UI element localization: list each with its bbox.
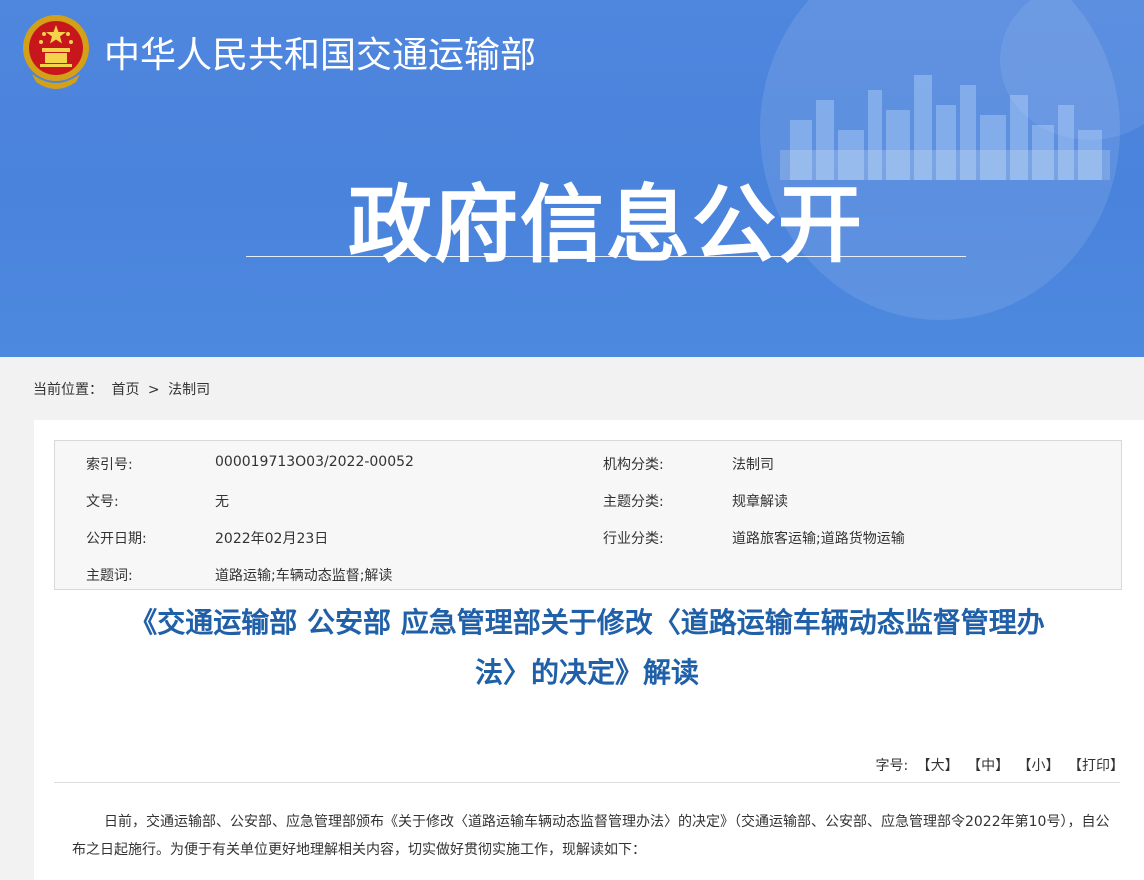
meta-label: 公开日期:	[86, 531, 147, 547]
meta-row: 索引号: 000019713O03/2022-00052 机构分类: 法制司	[55, 443, 1121, 480]
header-banner: 中华人民共和国交通运输部 政府信息公开	[0, 0, 1144, 357]
meta-value: 道路运输;车辆动态监督;解读	[215, 568, 393, 584]
font-large-button[interactable]: 【大】	[917, 758, 959, 774]
meta-value: 道路旅客运输;道路货物运输	[732, 531, 905, 547]
ministry-name[interactable]: 中华人民共和国交通运输部	[104, 26, 536, 78]
breadcrumb-label: 当前位置：	[33, 382, 103, 398]
meta-label: 主题分类:	[603, 494, 664, 510]
print-button[interactable]: 【打印】	[1068, 758, 1124, 774]
national-emblem-icon[interactable]	[20, 12, 92, 90]
breadcrumb-home-link[interactable]: 首页	[111, 382, 139, 398]
meta-label: 索引号:	[86, 457, 133, 473]
font-small-button[interactable]: 【小】	[1018, 758, 1060, 774]
banner-divider	[246, 256, 966, 257]
banner-title: 政府信息公开	[347, 176, 864, 274]
breadcrumb-separator: >	[147, 382, 160, 398]
meta-label: 机构分类:	[603, 457, 664, 473]
article-title-line: 《交通运输部 公安部 应急管理部关于修改〈道路运输车辆动态监督管理办	[129, 606, 1045, 639]
breadcrumb-current-link[interactable]: 法制司	[168, 382, 210, 398]
meta-row: 公开日期: 2022年02月23日 行业分类: 道路旅客运输;道路货物运输	[55, 517, 1121, 554]
meta-row: 主题词: 道路运输;车辆动态监督;解读	[55, 554, 1121, 591]
font-size-label: 字号:	[875, 758, 909, 774]
font-medium-button[interactable]: 【中】	[967, 758, 1009, 774]
divider	[54, 782, 1120, 783]
meta-label: 行业分类:	[603, 531, 664, 547]
meta-value: 000019713O03/2022-00052	[215, 454, 414, 470]
meta-value: 规章解读	[732, 494, 788, 510]
article-panel: 索引号: 000019713O03/2022-00052 机构分类: 法制司 文…	[34, 420, 1144, 880]
article-paragraph: 日前，交通运输部、公安部、应急管理部颁布《关于修改〈道路运输车辆动态监督管理办法…	[72, 814, 1110, 858]
meta-info-table: 索引号: 000019713O03/2022-00052 机构分类: 法制司 文…	[54, 440, 1122, 590]
meta-row: 文号: 无 主题分类: 规章解读	[55, 480, 1121, 517]
article-title-line: 法〉的决定》解读	[474, 656, 699, 689]
meta-label: 主题词:	[86, 568, 133, 584]
meta-label: 文号:	[86, 494, 119, 510]
breadcrumb: 当前位置： 首页 > 法制司	[33, 379, 214, 399]
meta-value: 无	[215, 494, 229, 510]
article-title: 《交通运输部 公安部 应急管理部关于修改〈道路运输车辆动态监督管理办 法〉的决定…	[54, 598, 1120, 698]
content-area: 当前位置： 首页 > 法制司 索引号: 000019713O03/2022-00…	[4, 357, 1144, 880]
font-size-controls: 字号: 【大】 【中】 【小】 【打印】	[875, 755, 1124, 775]
meta-value: 法制司	[732, 457, 774, 473]
meta-value: 2022年02月23日	[215, 531, 329, 547]
